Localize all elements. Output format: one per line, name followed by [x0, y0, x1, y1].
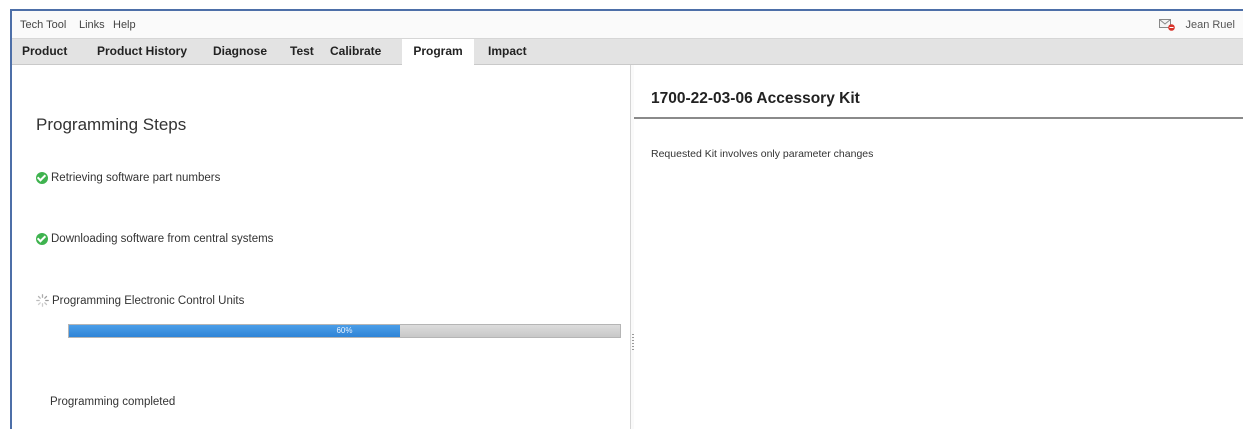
- tab-test[interactable]: Test: [282, 39, 322, 64]
- menu-links[interactable]: Links: [79, 19, 105, 31]
- tab-program[interactable]: Program: [402, 39, 474, 65]
- tab-impact[interactable]: Impact: [480, 39, 535, 64]
- user-name: Jean Ruel: [1185, 18, 1235, 31]
- tab-bar: Product Product History Diagnose Test Ca…: [12, 39, 1243, 65]
- kit-message: Requested Kit involves only parameter ch…: [651, 148, 874, 160]
- kit-divider: [634, 117, 1243, 119]
- kit-pane: 1700-22-03-06 Accessory Kit Requested Ki…: [634, 65, 1243, 429]
- menu-bar: Tech Tool Links Help Jean Ruel: [12, 11, 1243, 39]
- tab-calibrate[interactable]: Calibrate: [322, 39, 389, 64]
- application-window: Tech Tool Links Help Jean Ruel Product P…: [10, 9, 1243, 429]
- kit-title: 1700-22-03-06 Accessory Kit: [651, 90, 860, 107]
- menu-help[interactable]: Help: [113, 19, 136, 31]
- tab-diagnose[interactable]: Diagnose: [205, 39, 275, 64]
- user-message-icon[interactable]: [1159, 18, 1176, 31]
- tab-product-history[interactable]: Product History: [89, 39, 195, 64]
- step-label: Retrieving software part numbers: [51, 172, 221, 184]
- spinner-icon: [36, 294, 49, 307]
- step-label: Programming Electronic Control Units: [52, 294, 245, 307]
- menu-tech-tool[interactable]: Tech Tool: [20, 19, 66, 31]
- programming-completed-label: Programming completed: [50, 396, 176, 408]
- check-icon: [36, 172, 48, 184]
- programming-pane: Programming Steps Retrieving software pa…: [12, 65, 630, 429]
- tab-product[interactable]: Product: [14, 39, 75, 64]
- step-retrieving: Retrieving software part numbers: [36, 172, 220, 184]
- check-icon: [36, 233, 48, 245]
- step-programming-ecu: Programming Electronic Control Units: [36, 294, 244, 307]
- progress-percent: 60%: [336, 326, 353, 335]
- programming-steps-title: Programming Steps: [36, 115, 187, 134]
- programming-progress-bar: 60%: [68, 324, 621, 338]
- user-area[interactable]: Jean Ruel: [1159, 18, 1235, 31]
- step-downloading: Downloading software from central system…: [36, 233, 273, 245]
- step-label: Downloading software from central system…: [51, 233, 274, 245]
